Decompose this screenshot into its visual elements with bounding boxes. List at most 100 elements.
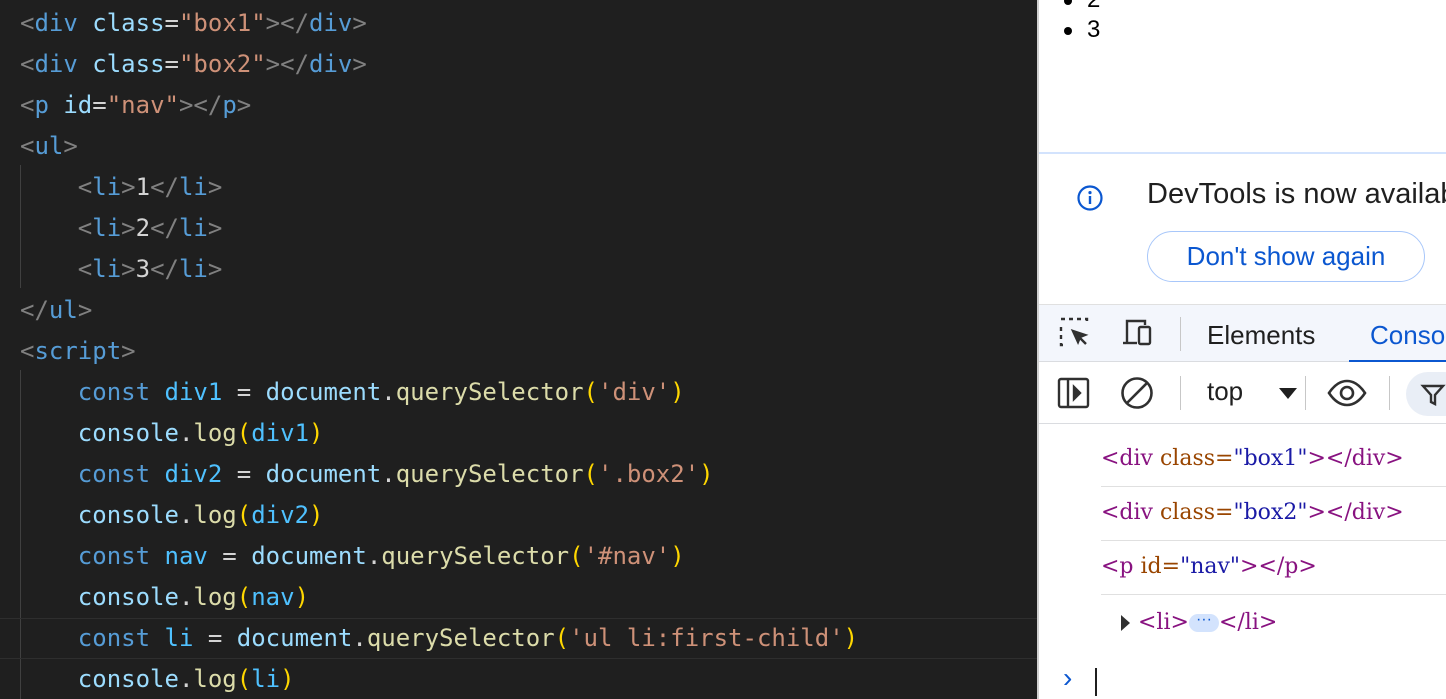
code-line[interactable]: <li>1</li> — [0, 167, 1037, 208]
code-token: > — [207, 255, 223, 283]
filter-input[interactable] — [1406, 372, 1446, 416]
code-line[interactable]: const div1 = document.querySelector('div… — [0, 372, 1037, 413]
code-line[interactable]: const div2 = document.querySelector('.bo… — [0, 454, 1037, 495]
code-token: ( — [236, 583, 252, 611]
code-token: div2 — [164, 460, 223, 488]
code-token: = — [207, 542, 252, 570]
code-token: li — [178, 255, 208, 283]
dont-show-again-button[interactable]: Don't show again — [1147, 231, 1425, 282]
code-line[interactable]: const li = document.querySelector('ul li… — [0, 618, 1037, 659]
code-token: document — [265, 378, 382, 406]
code-line[interactable]: console.log(div2) — [0, 495, 1037, 536]
html-tag: <li> — [1138, 610, 1189, 635]
code-token: li — [251, 665, 281, 693]
console-input-caret[interactable] — [1095, 668, 1097, 696]
code-token: > — [352, 9, 367, 37]
code-token: querySelector — [381, 542, 570, 570]
code-token: . — [381, 378, 396, 406]
code-line[interactable]: <script> — [0, 331, 1037, 372]
page-viewport: 2 3 — [1039, 0, 1446, 154]
code-token: '#nav' — [583, 542, 671, 570]
html-tag: ></div> — [1307, 500, 1404, 525]
code-line[interactable]: <div class="box1"></div> — [0, 3, 1037, 44]
code-token: li — [164, 624, 194, 652]
code-token: '.box2' — [598, 460, 700, 488]
code-line[interactable]: <p id="nav"></p> — [0, 85, 1037, 126]
code-line[interactable]: console.log(li) — [0, 659, 1037, 699]
code-token: . — [178, 665, 194, 693]
code-token: > — [121, 255, 136, 283]
code-editor[interactable]: <div class="box1"></div> <div class="box2… — [0, 0, 1037, 699]
code-token: li — [92, 214, 122, 242]
code-token: console — [77, 665, 179, 693]
context-selector[interactable]: top — [1207, 376, 1243, 407]
code-token: 2 — [135, 214, 151, 242]
code-line[interactable]: <li>3</li> — [0, 249, 1037, 290]
code-token: . — [352, 624, 367, 652]
tab-elements[interactable]: Elements — [1207, 305, 1315, 363]
code-token: = — [222, 378, 266, 406]
code-line[interactable]: </ul> — [0, 290, 1037, 331]
code-token: ( — [569, 542, 584, 570]
code-token: nav — [164, 542, 208, 570]
sidebar-toggle-icon[interactable] — [1056, 375, 1092, 411]
code-token: const — [77, 542, 151, 570]
inspect-element-icon[interactable] — [1057, 315, 1093, 351]
code-token: ) — [843, 624, 859, 652]
code-token: document — [236, 624, 353, 652]
code-line[interactable]: console.log(nav) — [0, 577, 1037, 618]
console-log-entry[interactable]: <p id="nav"></p> — [1101, 540, 1446, 595]
clear-console-icon[interactable] — [1119, 375, 1155, 411]
code-token: log — [193, 665, 237, 693]
code-token: ul — [48, 296, 78, 324]
code-token: . — [178, 583, 194, 611]
console-log-entry[interactable]: <div class="box1"></div> — [1101, 432, 1446, 487]
chevron-down-icon[interactable] — [1279, 388, 1297, 399]
html-attr-value: "box1" — [1233, 446, 1308, 471]
code-token: div — [34, 9, 78, 37]
code-token: nav — [251, 583, 295, 611]
code-token: < — [20, 91, 35, 119]
code-token: ) — [309, 419, 324, 447]
code-line[interactable]: <ul> — [0, 126, 1037, 167]
code-token: ></ — [178, 91, 223, 119]
html-tag: <p — [1101, 554, 1134, 579]
code-token: ( — [583, 378, 598, 406]
code-line[interactable]: console.log(div1) — [0, 413, 1037, 454]
tab-console[interactable]: Console — [1349, 305, 1446, 363]
code-token: 'div' — [598, 378, 671, 406]
code-token: p — [34, 91, 49, 119]
code-token: < — [20, 214, 93, 242]
code-token: log — [193, 501, 237, 529]
toolbar-separator — [1180, 317, 1181, 351]
device-toolbar-icon[interactable] — [1119, 315, 1155, 351]
expand-triangle-icon[interactable] — [1121, 615, 1130, 631]
code-token: . — [178, 501, 194, 529]
console-log-entry[interactable]: <li> ··· </li> — [1101, 596, 1446, 650]
code-line[interactable]: const nav = document.querySelector('#nav… — [0, 536, 1037, 577]
code-token: ( — [236, 501, 252, 529]
code-token: div — [309, 50, 353, 78]
code-token: = — [164, 9, 179, 37]
code-token: li — [178, 214, 208, 242]
code-token: = — [222, 460, 266, 488]
eye-icon[interactable] — [1327, 375, 1367, 411]
code-token: = — [164, 50, 179, 78]
code-token: < — [20, 337, 35, 365]
code-line[interactable]: <div class="box2"></div> — [0, 44, 1037, 85]
code-token: const — [77, 624, 151, 652]
code-token: ) — [670, 542, 685, 570]
code-token: 'ul li:first-child' — [569, 624, 844, 652]
code-token: ) — [670, 378, 685, 406]
collapsed-children-button[interactable]: ··· — [1188, 612, 1219, 632]
code-token: 3 — [135, 255, 151, 283]
console-log-entry[interactable]: <div class="box2"></div> — [1101, 486, 1446, 541]
code-line[interactable]: <li>2</li> — [0, 208, 1037, 249]
